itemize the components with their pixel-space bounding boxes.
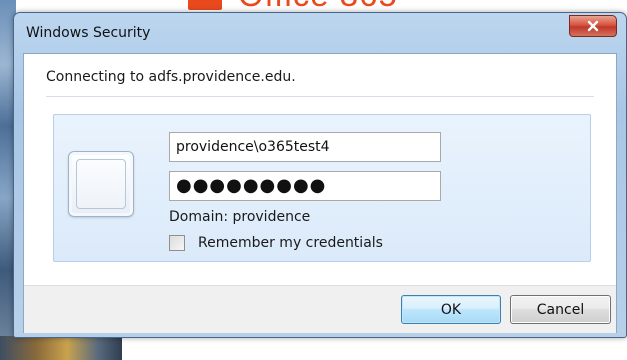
remember-credentials-checkbox[interactable] <box>169 235 185 251</box>
background-logo-text: Office 365 <box>238 0 398 11</box>
dialog-body: Connecting to adfs.providence.edu. provi… <box>23 53 617 333</box>
password-field[interactable]: ●●●●●●●●● <box>169 171 441 201</box>
remember-credentials-row[interactable]: Remember my credentials <box>169 233 383 253</box>
domain-label: Domain: providence <box>169 209 311 225</box>
ok-button[interactable]: OK <box>401 295 501 324</box>
user-tile-icon <box>68 151 134 217</box>
close-icon <box>587 20 599 32</box>
username-field[interactable]: providence\o365test4 <box>169 132 441 162</box>
remember-credentials-label[interactable]: Remember my credentials <box>198 236 383 250</box>
connection-message: Connecting to adfs.providence.edu. <box>46 69 296 85</box>
background-wallpaper-bottom <box>0 336 122 360</box>
background-logo-mark <box>188 0 222 10</box>
dialog-footer: OK Cancel <box>24 285 616 333</box>
user-tile-frame <box>76 159 126 209</box>
dialog-title: Windows Security <box>26 25 151 41</box>
windows-security-dialog: Windows Security Connecting to adfs.prov… <box>13 12 627 338</box>
titlebar[interactable]: Windows Security <box>14 13 626 53</box>
separator <box>46 96 594 97</box>
close-button[interactable] <box>569 15 617 37</box>
cancel-button[interactable]: Cancel <box>510 295 611 324</box>
credential-tile[interactable]: providence\o365test4 ●●●●●●●●● Domain: p… <box>53 114 591 262</box>
